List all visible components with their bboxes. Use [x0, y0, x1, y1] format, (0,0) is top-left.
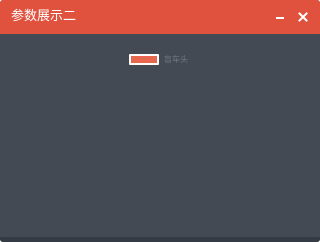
- close-icon: [298, 12, 308, 22]
- legend-swatch: [129, 54, 159, 65]
- legend-label: 盲车头: [164, 55, 188, 64]
- close-button[interactable]: [295, 9, 311, 25]
- title-bar[interactable]: 参数展示二: [0, 0, 320, 34]
- minimize-button[interactable]: [272, 9, 288, 25]
- app-window: 参数展示二 盲车头: [0, 0, 320, 242]
- minimize-icon: [276, 17, 284, 19]
- window-title: 参数展示二: [11, 9, 77, 24]
- chart-area: 盲车头: [0, 34, 320, 237]
- window-bottom-edge: [0, 237, 320, 242]
